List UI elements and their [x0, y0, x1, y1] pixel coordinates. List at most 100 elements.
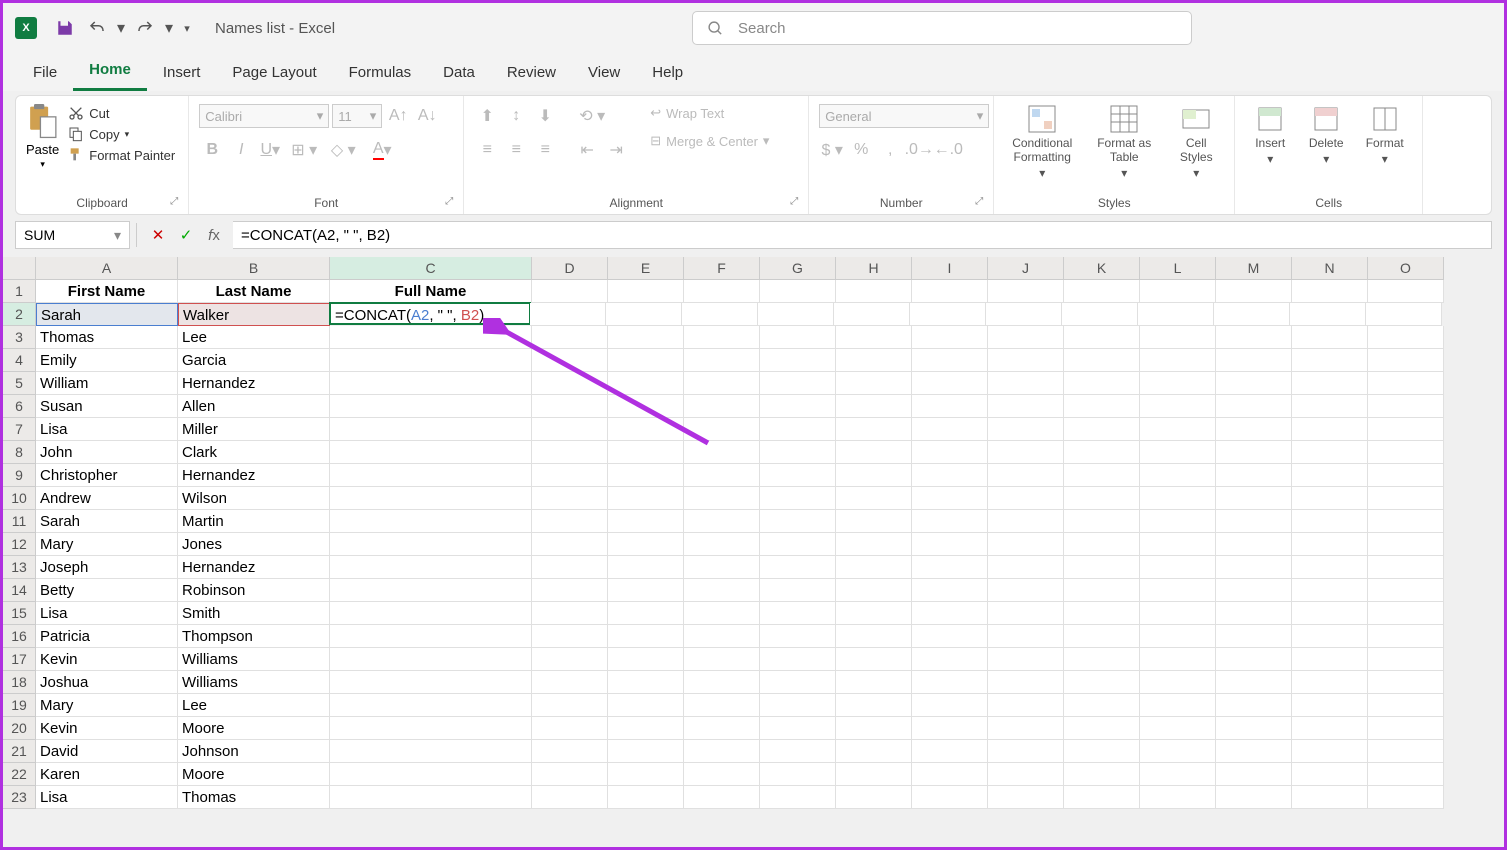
- cell[interactable]: [760, 418, 836, 441]
- cell[interactable]: [684, 510, 760, 533]
- cell[interactable]: [532, 602, 608, 625]
- cell[interactable]: [1140, 464, 1216, 487]
- cell-a5[interactable]: William: [36, 372, 178, 395]
- column-header-G[interactable]: G: [760, 257, 836, 280]
- conditional-formatting-button[interactable]: Conditional Formatting ▾: [1004, 104, 1080, 180]
- cell[interactable]: [912, 556, 988, 579]
- cell[interactable]: [532, 671, 608, 694]
- formula-bar[interactable]: =CONCAT(A2, " ", B2): [233, 221, 1492, 249]
- cell[interactable]: [760, 326, 836, 349]
- cell[interactable]: [532, 556, 608, 579]
- cell[interactable]: [608, 441, 684, 464]
- format-cells-button[interactable]: Format ▾: [1357, 104, 1412, 166]
- tab-insert[interactable]: Insert: [147, 58, 217, 91]
- cell[interactable]: [912, 280, 988, 303]
- cell-b19[interactable]: Lee: [178, 694, 330, 717]
- cell-c5[interactable]: [330, 372, 532, 395]
- cell-a6[interactable]: Susan: [36, 395, 178, 418]
- cancel-formula-button[interactable]: ✕: [147, 226, 169, 244]
- wrap-text-button[interactable]: ↩Wrap Text: [647, 104, 772, 122]
- cell[interactable]: [684, 763, 760, 786]
- cell[interactable]: [836, 533, 912, 556]
- cell[interactable]: [1064, 625, 1140, 648]
- cell[interactable]: [532, 740, 608, 763]
- cell[interactable]: [836, 671, 912, 694]
- column-header-J[interactable]: J: [988, 257, 1064, 280]
- row-header-10[interactable]: 10: [3, 487, 36, 510]
- header-cell-b[interactable]: Last Name: [178, 280, 330, 303]
- cell[interactable]: [1216, 395, 1292, 418]
- cell-c18[interactable]: [330, 671, 532, 694]
- cell[interactable]: [532, 694, 608, 717]
- cell[interactable]: [684, 625, 760, 648]
- cell[interactable]: [608, 395, 684, 418]
- cell[interactable]: [1140, 556, 1216, 579]
- cell[interactable]: [988, 464, 1064, 487]
- cell[interactable]: [1064, 602, 1140, 625]
- cell[interactable]: [760, 694, 836, 717]
- cell[interactable]: [988, 579, 1064, 602]
- cell[interactable]: [1368, 694, 1444, 717]
- cell[interactable]: [910, 303, 986, 326]
- insert-cells-button[interactable]: Insert ▾: [1245, 104, 1295, 166]
- cell[interactable]: [608, 556, 684, 579]
- cell[interactable]: [1366, 303, 1442, 326]
- cell[interactable]: [836, 556, 912, 579]
- cell[interactable]: [836, 625, 912, 648]
- cell[interactable]: [912, 464, 988, 487]
- cell[interactable]: [608, 763, 684, 786]
- cell[interactable]: [1216, 694, 1292, 717]
- cell[interactable]: [1292, 740, 1368, 763]
- cell[interactable]: [1140, 625, 1216, 648]
- decrease-font-icon[interactable]: A↓: [414, 104, 440, 128]
- row-header-21[interactable]: 21: [3, 740, 36, 763]
- cell[interactable]: [836, 763, 912, 786]
- cell[interactable]: [684, 487, 760, 510]
- cell[interactable]: [684, 349, 760, 372]
- cell[interactable]: [1368, 395, 1444, 418]
- align-right-icon[interactable]: ≡: [532, 138, 558, 162]
- cell-b17[interactable]: Williams: [178, 648, 330, 671]
- cell[interactable]: [1064, 464, 1140, 487]
- cell[interactable]: [1138, 303, 1214, 326]
- undo-dropdown[interactable]: ▾: [114, 13, 128, 43]
- font-color-button[interactable]: A ▾: [364, 138, 400, 162]
- cell-c21[interactable]: [330, 740, 532, 763]
- cell[interactable]: [836, 326, 912, 349]
- cell-a20[interactable]: Kevin: [36, 717, 178, 740]
- cell[interactable]: [530, 303, 606, 326]
- cell[interactable]: [1216, 441, 1292, 464]
- row-header-9[interactable]: 9: [3, 464, 36, 487]
- cell[interactable]: [532, 395, 608, 418]
- cell[interactable]: [684, 372, 760, 395]
- cell[interactable]: [684, 694, 760, 717]
- cell[interactable]: [1140, 280, 1216, 303]
- redo-button[interactable]: [130, 13, 160, 43]
- cell-b15[interactable]: Smith: [178, 602, 330, 625]
- cell[interactable]: [760, 395, 836, 418]
- cell-c6[interactable]: [330, 395, 532, 418]
- tab-page-layout[interactable]: Page Layout: [216, 58, 332, 91]
- cell[interactable]: [1064, 740, 1140, 763]
- tab-home[interactable]: Home: [73, 55, 147, 91]
- cell[interactable]: [760, 349, 836, 372]
- cell[interactable]: [912, 510, 988, 533]
- cell[interactable]: [1216, 602, 1292, 625]
- cell-styles-button[interactable]: Cell Styles ▾: [1168, 104, 1224, 180]
- cell[interactable]: [988, 441, 1064, 464]
- cell[interactable]: [760, 280, 836, 303]
- cell-a10[interactable]: Andrew: [36, 487, 178, 510]
- cell[interactable]: [1140, 648, 1216, 671]
- cell[interactable]: [684, 671, 760, 694]
- cell[interactable]: [1368, 786, 1444, 809]
- cell[interactable]: [532, 717, 608, 740]
- cell[interactable]: [1292, 602, 1368, 625]
- copy-button[interactable]: Copy ▾: [65, 125, 178, 143]
- cell[interactable]: [532, 786, 608, 809]
- cell[interactable]: [1140, 510, 1216, 533]
- decrease-decimal-icon[interactable]: ←.0: [935, 138, 961, 162]
- cell[interactable]: [532, 441, 608, 464]
- cell[interactable]: [684, 464, 760, 487]
- column-header-D[interactable]: D: [532, 257, 608, 280]
- cell[interactable]: [760, 556, 836, 579]
